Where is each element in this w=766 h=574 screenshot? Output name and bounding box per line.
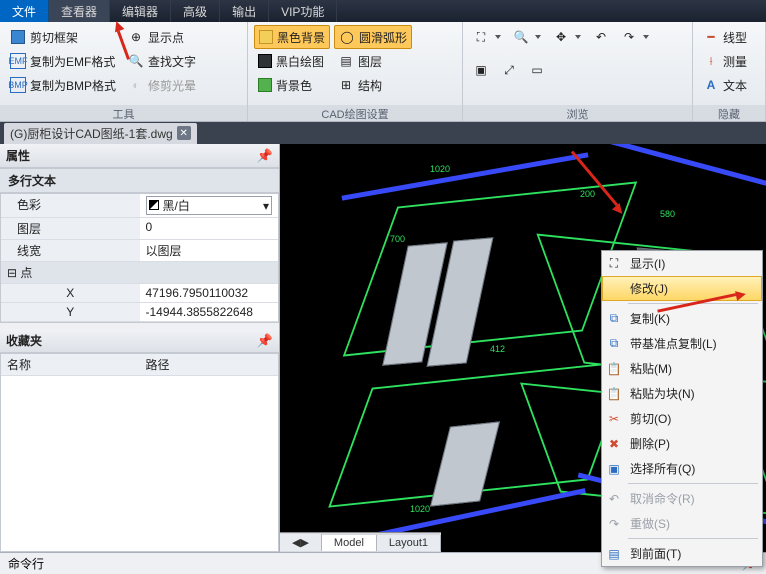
black-bg-button[interactable]: 黑色背景 — [254, 25, 330, 49]
document-tab-bar: (G)厨柜设计CAD图纸-1套.dwg ✕ — [0, 122, 766, 144]
layer-button[interactable]: ▤图层 — [334, 49, 412, 73]
expand-icon: ⛶ — [604, 256, 624, 272]
object-type-header: 多行文本 — [0, 168, 279, 193]
fit-button[interactable]: ▣ — [469, 58, 493, 82]
crop-frame-button[interactable]: 剪切框架 — [6, 25, 120, 49]
prop-lineweight-value[interactable]: 以图层 — [140, 240, 279, 261]
ctx-to-front[interactable]: ▤ 到前面(T) — [602, 541, 762, 566]
show-point-button[interactable]: ⊕显示点 — [124, 25, 200, 49]
bg-color-button[interactable]: 背景色 — [254, 73, 330, 97]
window-button[interactable]: ▭ — [525, 58, 549, 82]
tab-arrows[interactable]: ◀▶ — [280, 534, 322, 551]
trim-halo-button: ◐修剪光晕 — [124, 73, 200, 97]
ribbon: 剪切框架 EMF复制为EMF格式 BMP复制为BMP格式 ⊕显示点 🔍查找文字 … — [0, 22, 766, 122]
copy-emf-button[interactable]: EMF复制为EMF格式 — [6, 49, 120, 73]
prop-y-value[interactable]: -14944.3855822648 — [140, 303, 279, 321]
group-hide-label: 隐藏 — [693, 105, 765, 121]
cut-icon: ✂ — [604, 411, 624, 427]
properties-panel-title: 属性 📌 — [0, 144, 279, 168]
bw-draw-button[interactable]: 黑白绘图 — [254, 49, 330, 73]
menu-output[interactable]: 输出 — [220, 0, 269, 22]
command-bar-label: 命令行 — [8, 555, 44, 572]
tab-model[interactable]: Model — [322, 535, 377, 551]
tab-layout1[interactable]: Layout1 — [377, 535, 441, 551]
menu-editor[interactable]: 编辑器 — [110, 0, 171, 22]
prop-lineweight-label: 线宽 — [1, 240, 140, 261]
pan-button[interactable]: ✥ — [549, 25, 585, 49]
to-front-icon: ▤ — [604, 546, 624, 562]
menu-vip[interactable]: VIP功能 — [269, 0, 337, 22]
text-button[interactable]: A文本 — [699, 73, 751, 97]
document-tab[interactable]: (G)厨柜设计CAD图纸-1套.dwg ✕ — [4, 123, 197, 144]
select-all-icon: ▣ — [604, 461, 624, 477]
prop-point-section[interactable]: ⊟ 点 — [1, 262, 140, 283]
copy-icon: ⧉ — [604, 311, 624, 327]
ctx-paste[interactable]: 📋 粘贴(M) — [602, 356, 762, 381]
structure-button[interactable]: ⊞结构 — [334, 73, 412, 97]
prop-layer-label: 图层 — [1, 218, 140, 239]
annotation-arrow-3 — [735, 289, 747, 301]
prop-y-label: Y — [1, 303, 140, 321]
blank-icon — [604, 281, 624, 297]
menu-viewer[interactable]: 查看器 — [49, 0, 110, 22]
paste-icon: 📋 — [604, 361, 624, 377]
prop-layer-value[interactable]: 0 — [140, 218, 279, 239]
view-tabs: ◀▶ Model Layout1 — [280, 532, 441, 552]
zoom-full-button[interactable]: ⛶ — [469, 25, 505, 49]
favorites-panel-title: 收藏夹 📌 — [0, 329, 279, 353]
ctx-paste-block[interactable]: 📋 粘贴为块(N) — [602, 381, 762, 406]
menu-advanced[interactable]: 高级 — [171, 0, 220, 22]
undo-icon: ↶ — [604, 491, 624, 507]
copy-base-icon: ⧉ — [604, 336, 624, 352]
pin-icon[interactable]: 📌 — [257, 148, 273, 164]
prop-x-label: X — [1, 284, 140, 302]
measure-button[interactable]: ⟊测量 — [699, 49, 751, 73]
group-cad-label: CAD绘图设置 — [248, 105, 462, 121]
ctx-copy[interactable]: ⧉ 复制(K) — [602, 306, 762, 331]
ctx-cancel-cmd: ↶ 取消命令(R) — [602, 486, 762, 511]
nav-prev-button[interactable]: ↶ — [589, 25, 613, 49]
group-tools-label: 工具 — [0, 105, 247, 121]
ctx-cut[interactable]: ✂ 剪切(O) — [602, 406, 762, 431]
prop-x-value[interactable]: 47196.7950110032 — [140, 284, 279, 302]
find-text-button[interactable]: 🔍查找文字 — [124, 49, 200, 73]
fav-name-header: 名称 — [1, 354, 140, 375]
fav-path-header: 路径 — [140, 354, 279, 375]
ctx-delete[interactable]: ✖ 删除(P) — [602, 431, 762, 456]
menu-file[interactable]: 文件 — [0, 0, 49, 22]
extent-button[interactable]: ⤢ — [497, 58, 521, 82]
document-tab-label: (G)厨柜设计CAD图纸-1套.dwg — [10, 125, 173, 142]
prop-color-combo[interactable]: 黑/白 ▾ — [146, 196, 273, 215]
ctx-copy-base[interactable]: ⧉ 带基准点复制(L) — [602, 331, 762, 356]
ctx-select-all[interactable]: ▣ 选择所有(Q) — [602, 456, 762, 481]
nav-next-button[interactable]: ↷ — [617, 25, 653, 49]
smooth-arc-button[interactable]: ◯圆滑弧形 — [334, 25, 412, 49]
linetype-button[interactable]: ━线型 — [699, 25, 751, 49]
group-browse-label: 浏览 — [463, 105, 692, 121]
redo-icon: ↷ — [604, 516, 624, 532]
paste-block-icon: 📋 — [604, 386, 624, 402]
ctx-redo: ↷ 重做(S) — [602, 511, 762, 536]
copy-bmp-button[interactable]: BMP复制为BMP格式 — [6, 73, 120, 97]
zoom-in-button[interactable]: 🔍 — [509, 25, 545, 49]
close-tab-button[interactable]: ✕ — [177, 126, 191, 140]
prop-color-label: 色彩 — [1, 194, 140, 217]
delete-icon: ✖ — [604, 436, 624, 452]
ctx-display[interactable]: ⛶ 显示(I) — [602, 251, 762, 276]
pin-icon-fav[interactable]: 📌 — [257, 333, 273, 349]
